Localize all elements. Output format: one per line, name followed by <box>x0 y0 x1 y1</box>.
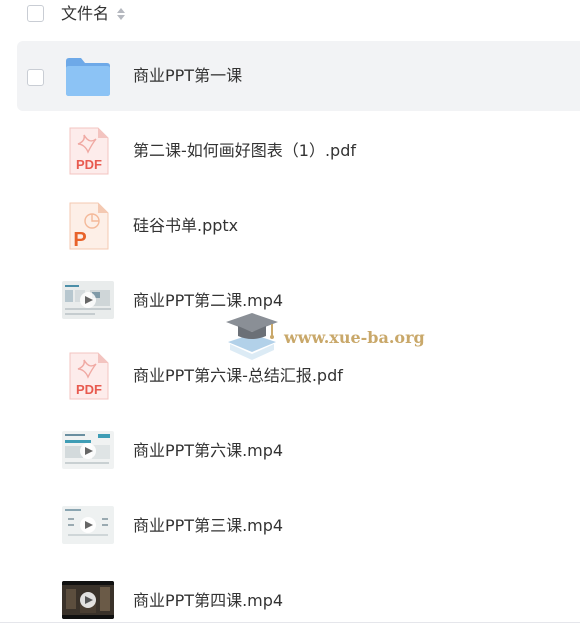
video-thumbnail-icon <box>62 276 114 326</box>
sort-icon[interactable] <box>116 7 126 21</box>
file-name[interactable]: 商业PPT第三课.mp4 <box>133 515 283 537</box>
select-all-checkbox[interactable] <box>27 5 44 22</box>
file-name[interactable]: 商业PPT第一课 <box>133 65 242 87</box>
pdf-file-icon: PDF <box>69 127 109 175</box>
graduation-cap-icon <box>226 313 278 360</box>
file-name[interactable]: 第二课-如何画好图表（1）.pdf <box>133 140 356 162</box>
filename-column-header[interactable]: 文件名 <box>61 4 109 24</box>
list-item[interactable]: 商业PPT第一课 <box>17 41 580 111</box>
pdf-badge: PDF <box>76 382 102 397</box>
file-list-header: 文件名 <box>0 0 580 30</box>
file-name[interactable]: 商业PPT第六课.mp4 <box>133 440 283 462</box>
folder-icon <box>66 58 110 96</box>
video-thumbnail-icon <box>62 501 114 551</box>
video-thumbnail-icon <box>62 426 114 476</box>
file-name[interactable]: 商业PPT第六课-总结汇报.pdf <box>133 365 343 387</box>
file-name[interactable]: 硅谷书单.pptx <box>133 215 238 237</box>
pptx-badge: P <box>73 229 86 251</box>
list-item[interactable]: 商业PPT第三课.mp4 <box>17 491 580 561</box>
list-item[interactable]: P 硅谷书单.pptx <box>17 191 580 261</box>
list-item[interactable]: 商业PPT第六课.mp4 <box>17 416 580 486</box>
row-checkbox[interactable] <box>27 69 44 86</box>
watermark-text: www.xue-ba.org <box>284 328 425 347</box>
list-item[interactable]: PDF 第二课-如何画好图表（1）.pdf <box>17 116 580 186</box>
pptx-file-icon: P <box>69 202 109 251</box>
list-item[interactable]: 商业PPT第四课.mp4 <box>17 566 580 636</box>
pdf-badge: PDF <box>76 157 102 172</box>
pdf-file-icon: PDF <box>69 352 109 400</box>
video-thumbnail-icon <box>62 576 114 626</box>
file-name[interactable]: 商业PPT第四课.mp4 <box>133 590 283 612</box>
watermark: www.xue-ba.org <box>222 308 425 368</box>
list-bottom-divider <box>0 622 580 623</box>
